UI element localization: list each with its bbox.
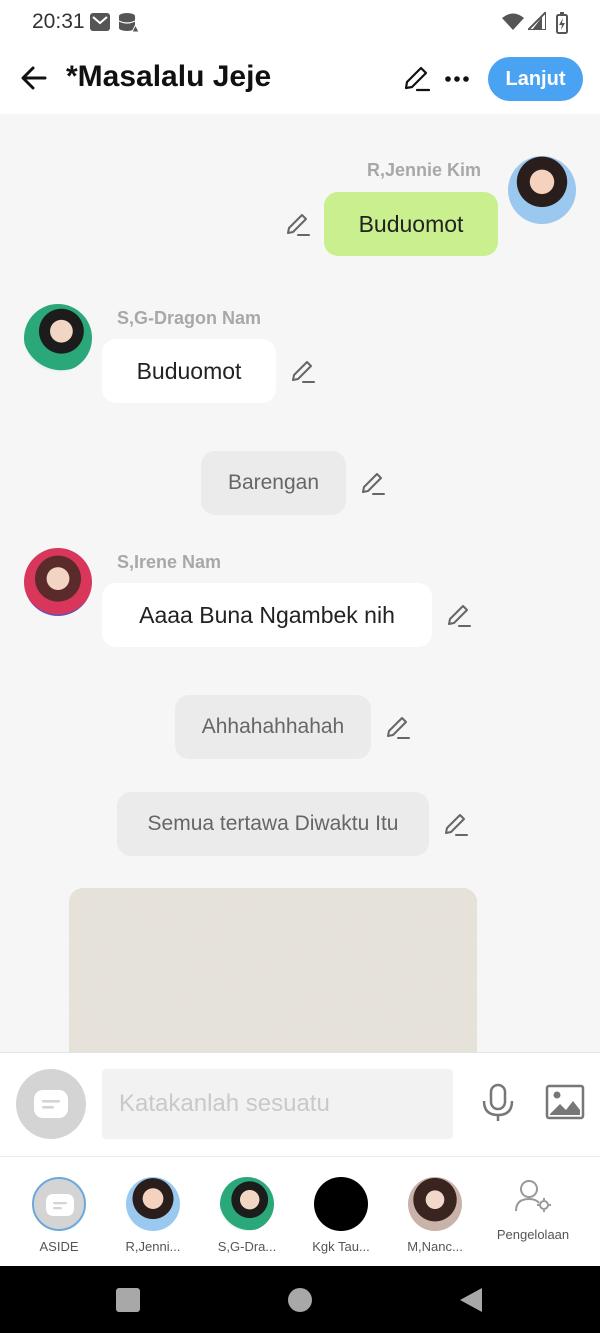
character-label: ASIDE [39,1239,79,1254]
edit-message-icon[interactable] [385,714,411,740]
image-picker-icon[interactable] [545,1084,585,1120]
back-arrow-icon[interactable] [18,62,50,94]
chat-bubble-icon [46,1194,74,1216]
message-image[interactable] [69,888,477,1052]
more-options-icon[interactable] [444,66,470,92]
message-input[interactable]: Katakanlah sesuatu [102,1069,453,1139]
edit-message-icon[interactable] [443,811,469,837]
status-bar: 20:31 [0,0,600,44]
wifi-icon [502,13,524,30]
narration-bubble[interactable]: Barengan [201,451,346,515]
system-back-icon[interactable] [458,1286,484,1314]
notification-icon [90,13,110,31]
sender-name: S,Irene Nam [117,552,222,572]
next-button[interactable]: Lanjut [488,57,583,101]
edit-message-icon[interactable] [290,358,316,384]
sender-name: S,G-Dragon Nam [117,308,262,328]
chat-bubble-icon [34,1090,68,1118]
message-bubble-other[interactable]: Buduomot [102,339,276,403]
character-aside[interactable]: ASIDE [12,1157,106,1267]
character-jennie[interactable]: R,Jenni... [106,1157,200,1267]
edit-message-icon[interactable] [360,470,386,496]
cell-signal-icon [528,12,546,30]
character-bar: ASIDE R,Jenni... S,G-Dra... Kgk Tau... M… [0,1156,600,1266]
recent-apps-button[interactable] [116,1288,140,1312]
avatar-jennie[interactable] [508,156,576,224]
system-nav-bar [0,1266,600,1333]
user-settings-icon [515,1180,551,1212]
message-bubble-mine[interactable]: Buduomot [324,192,498,256]
edit-message-icon[interactable] [446,602,472,628]
message-bubble-other[interactable]: Aaaa Buna Ngambek nih [102,583,432,647]
composer-bar: Katakanlah sesuatu [0,1052,600,1156]
chat-title: *Masalalu Jeje [66,60,272,93]
character-avatar [408,1177,462,1231]
microphone-icon[interactable] [480,1083,516,1123]
character-kgk[interactable]: Kgk Tau... [294,1157,388,1267]
battery-icon [556,12,568,34]
character-label: R,Jenni... [125,1239,181,1254]
aside-avatar [32,1177,86,1231]
edit-message-icon[interactable] [285,211,311,237]
character-label: M,Nanc... [407,1239,463,1254]
textured-wall-image [69,888,477,1052]
character-avatar [314,1177,368,1231]
character-avatar [220,1177,274,1231]
edit-title-pencil-icon[interactable] [402,64,430,92]
aside-toggle-button[interactable] [16,1069,86,1139]
chat-header: *Masalalu Jeje Lanjut [0,44,600,114]
avatar-gdragon[interactable] [24,304,92,372]
character-avatar [126,1177,180,1231]
character-label: Pengelolaan [496,1227,570,1242]
narration-bubble[interactable]: Ahhahahhahah [175,695,371,759]
avatar-irene[interactable] [24,548,92,616]
status-time: 20:31 [32,10,85,33]
character-gdragon[interactable]: S,G-Dra... [200,1157,294,1267]
chat-area[interactable]: R,Jennie Kim Buduomot S,G-Dragon Nam Bud… [0,114,600,1052]
character-management[interactable]: Pengelolaan [486,1157,580,1267]
narration-bubble[interactable]: Semua tertawa Diwaktu Itu [117,792,429,856]
storage-icon [118,13,140,33]
home-button[interactable] [288,1288,312,1312]
character-label: Kgk Tau... [312,1239,370,1254]
character-label: S,G-Dra... [217,1239,277,1254]
character-nancy[interactable]: M,Nanc... [388,1157,482,1267]
sender-name: R,Jennie Kim [367,160,482,180]
